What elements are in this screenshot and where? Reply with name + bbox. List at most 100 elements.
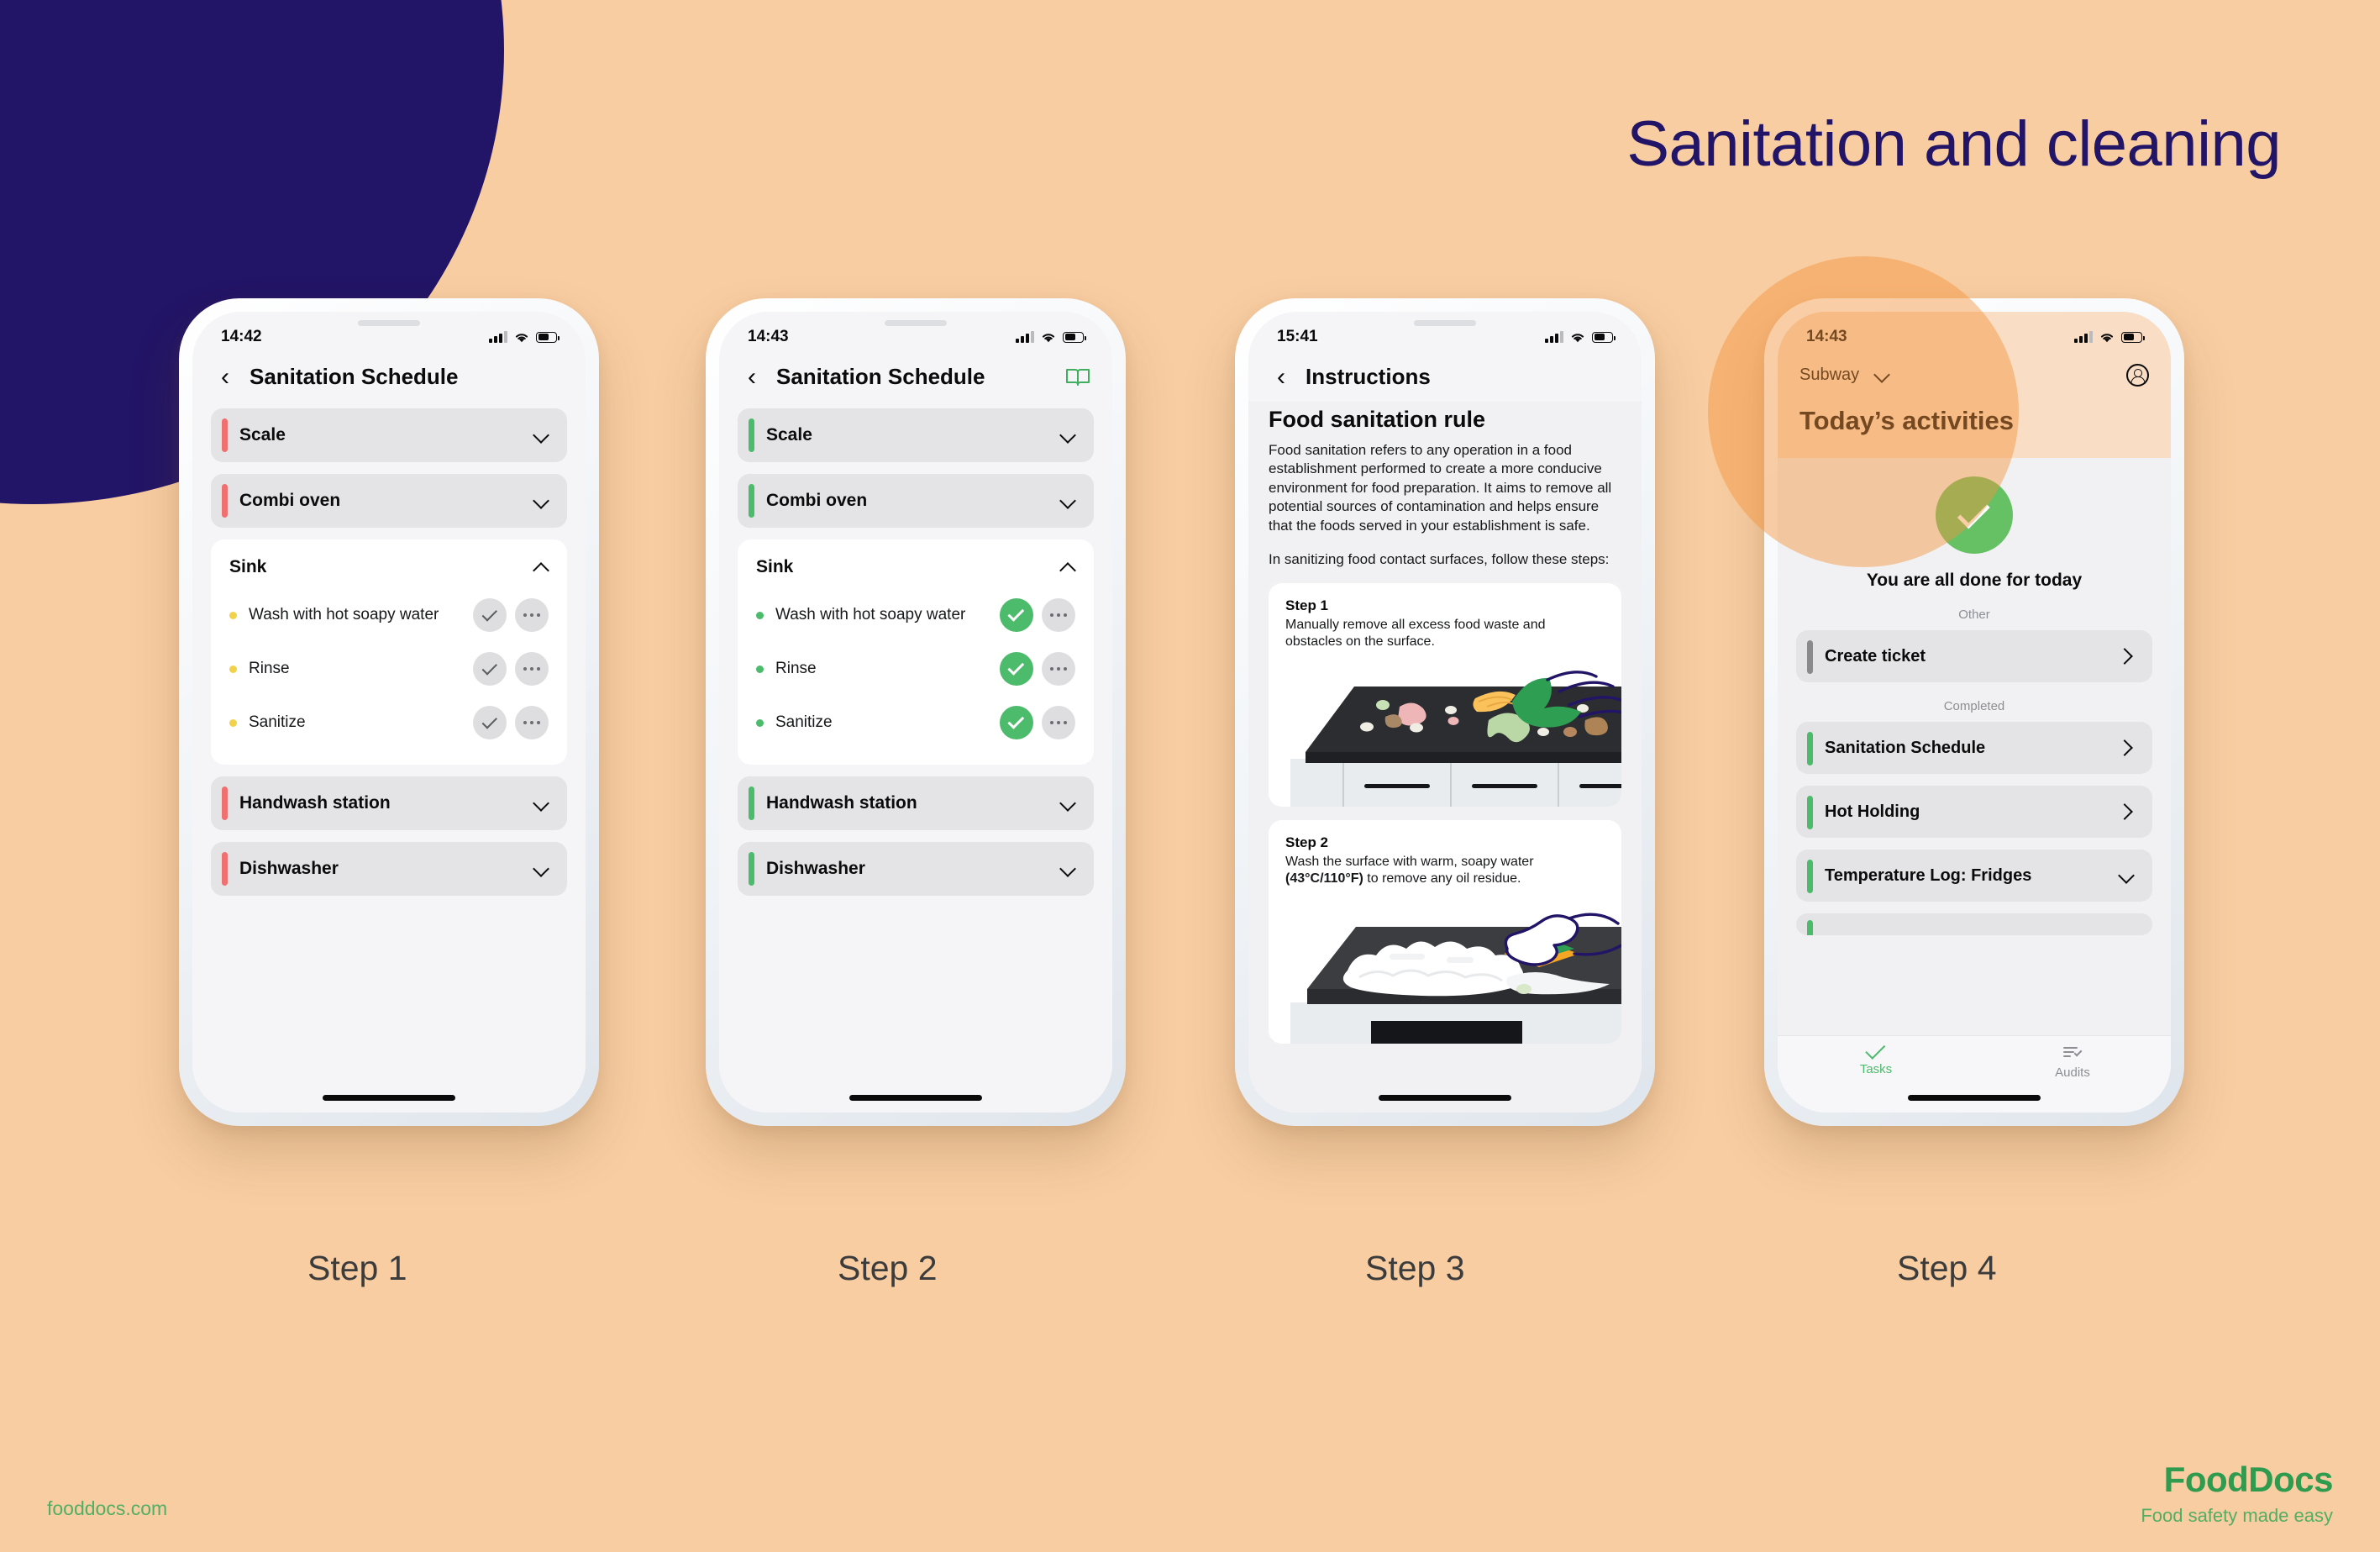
- chevron-down-icon[interactable]: [1874, 367, 1889, 382]
- tab-tasks[interactable]: Tasks: [1778, 1039, 1974, 1076]
- phone1-content[interactable]: Scale Combi oven Sink Wash with hot soap…: [192, 408, 586, 1113]
- task-more-button[interactable]: [1042, 706, 1075, 739]
- phone-mockup-step4: 14:43 Subway Today’s activities You are …: [1764, 298, 2184, 1126]
- task-more-button[interactable]: [1042, 598, 1075, 632]
- cellular-signal-icon: [1016, 331, 1034, 343]
- chevron-down-icon[interactable]: [533, 493, 549, 508]
- chevron-right-icon[interactable]: [2119, 804, 2134, 819]
- instructions-steps-intro: In sanitizing food contact surfaces, fol…: [1269, 551, 1610, 568]
- accordion-card-sink[interactable]: Sink Wash with hot soapy water Rinse San…: [211, 539, 567, 765]
- accordion-row-dishwasher[interactable]: Dishwasher: [211, 842, 567, 896]
- task-row[interactable]: Sanitize: [756, 696, 1075, 750]
- accordion-label: Dishwasher: [239, 859, 339, 878]
- phone1-status-time: 14:42: [221, 328, 262, 345]
- phone3-navbar: ‹ Instructions: [1248, 355, 1642, 402]
- status-bar-indicator: [749, 418, 754, 452]
- chevron-down-icon[interactable]: [533, 861, 549, 876]
- site-url[interactable]: fooddocs.com: [47, 1497, 167, 1520]
- phone3-content[interactable]: Food sanitation rule Food sanitation ref…: [1248, 402, 1642, 1113]
- chevron-down-icon[interactable]: [2119, 868, 2134, 883]
- phone2-status-time: 14:43: [748, 328, 789, 345]
- caption-step-3: Step 3: [1365, 1249, 1465, 1287]
- list-item-hot-holding[interactable]: Hot Holding: [1796, 786, 2152, 838]
- phone-mockup-step1: 14:42 ‹ Sanitation Schedule Scale Combi …: [179, 298, 599, 1126]
- chevron-down-icon[interactable]: [533, 428, 549, 443]
- task-row[interactable]: Wash with hot soapy water: [756, 588, 1075, 642]
- phone4-header: Subway Today’s activities: [1778, 355, 2171, 458]
- accordion-label: Dishwasher: [766, 859, 865, 878]
- accordion-row-scale[interactable]: Scale: [211, 408, 567, 462]
- accordion-row-combi-oven[interactable]: Combi oven: [738, 474, 1094, 528]
- cellular-signal-icon: [2074, 331, 2093, 343]
- chevron-up-icon[interactable]: [533, 560, 549, 575]
- phone4-status-icons: [2074, 331, 2145, 344]
- accordion-row-scale[interactable]: Scale: [738, 408, 1094, 462]
- book-icon[interactable]: [1065, 367, 1090, 387]
- chevron-down-icon[interactable]: [533, 796, 549, 811]
- cellular-signal-icon: [489, 331, 507, 343]
- cellular-signal-icon: [1545, 331, 1563, 343]
- task-more-button[interactable]: [1042, 652, 1075, 686]
- list-item-label: Sanitation Schedule: [1825, 738, 1986, 757]
- task-row[interactable]: Rinse: [229, 642, 549, 696]
- chevron-right-icon[interactable]: [2119, 740, 2134, 755]
- chevron-down-icon[interactable]: [1060, 428, 1075, 443]
- accordion-card-header[interactable]: Sink: [756, 553, 1075, 581]
- list-item-create-ticket[interactable]: Create ticket: [1796, 630, 2152, 682]
- instruction-step-card-2: Step 2 Wash the surface with warm, soapy…: [1269, 819, 1621, 1044]
- accordion-row-combi-oven[interactable]: Combi oven: [211, 474, 567, 528]
- task-complete-button[interactable]: [473, 598, 507, 632]
- phone4-tab-bar: Tasks Audits: [1778, 1035, 2171, 1113]
- task-complete-button[interactable]: [473, 706, 507, 739]
- org-selector-label[interactable]: Subway: [1799, 366, 1859, 385]
- list-item-label: Hot Holding: [1825, 802, 1920, 821]
- phone2-content[interactable]: Scale Combi oven Sink Wash with hot soap…: [719, 408, 1112, 1113]
- accordion-row-dishwasher[interactable]: Dishwasher: [738, 842, 1094, 896]
- task-more-button[interactable]: [515, 598, 549, 632]
- task-label: Rinse: [775, 660, 817, 677]
- phone4-status-bar: 14:43: [1778, 312, 2171, 355]
- back-button[interactable]: ‹: [1270, 364, 1292, 390]
- all-done-check-icon: [1936, 476, 2013, 554]
- step-card-title: Step 1: [1285, 597, 1329, 613]
- tab-audits[interactable]: Audits: [1974, 1046, 2171, 1080]
- chevron-right-icon[interactable]: [2119, 649, 2134, 664]
- chevron-down-icon[interactable]: [1060, 796, 1075, 811]
- phone4-content[interactable]: You are all done for today Other Create …: [1778, 458, 2171, 1035]
- status-bar-indicator: [222, 418, 228, 452]
- chevron-down-icon[interactable]: [1060, 861, 1075, 876]
- task-complete-button[interactable]: [1000, 706, 1033, 739]
- task-more-button[interactable]: [515, 652, 549, 686]
- task-more-button[interactable]: [515, 706, 549, 739]
- chevron-down-icon[interactable]: [1060, 493, 1075, 508]
- step-card-title: Step 2: [1285, 834, 1329, 850]
- back-button[interactable]: ‹: [741, 364, 763, 390]
- back-button[interactable]: ‹: [214, 364, 236, 390]
- accordion-label: Scale: [766, 425, 812, 445]
- phone2-status-bar: 14:43: [719, 312, 1112, 355]
- accordion-label: Combi oven: [766, 491, 868, 510]
- list-item-temperature-log-fridges[interactable]: Temperature Log: Fridges: [1796, 850, 2152, 902]
- list-item-partial[interactable]: [1796, 913, 2152, 935]
- task-complete-button[interactable]: [1000, 598, 1033, 632]
- task-complete-button[interactable]: [1000, 652, 1033, 686]
- task-label: Wash with hot soapy water: [775, 606, 966, 623]
- accordion-card-sink[interactable]: Sink Wash with hot soapy water Rinse San…: [738, 539, 1094, 765]
- task-complete-button[interactable]: [473, 652, 507, 686]
- task-row[interactable]: Wash with hot soapy water: [229, 588, 549, 642]
- accordion-row-handwash-station[interactable]: Handwash station: [738, 776, 1094, 830]
- step-card-text: Manually remove all excess food waste an…: [1285, 617, 1546, 650]
- profile-icon[interactable]: [2126, 363, 2149, 387]
- status-bar-indicator: [1807, 732, 1813, 765]
- accordion-row-handwash-station[interactable]: Handwash station: [211, 776, 567, 830]
- task-row[interactable]: Rinse: [756, 642, 1075, 696]
- phone1-navbar: ‹ Sanitation Schedule: [192, 355, 586, 408]
- task-row[interactable]: Sanitize: [229, 696, 549, 750]
- status-bar-indicator: [749, 852, 754, 886]
- list-item-sanitation-schedule[interactable]: Sanitation Schedule: [1796, 722, 2152, 774]
- list-item-label: Temperature Log: Fridges: [1825, 865, 2032, 885]
- phone4-screen: 14:43 Subway Today’s activities You are …: [1778, 312, 2171, 1113]
- task-status-dot: [229, 611, 237, 619]
- chevron-up-icon[interactable]: [1060, 560, 1075, 575]
- accordion-card-header[interactable]: Sink: [229, 553, 549, 581]
